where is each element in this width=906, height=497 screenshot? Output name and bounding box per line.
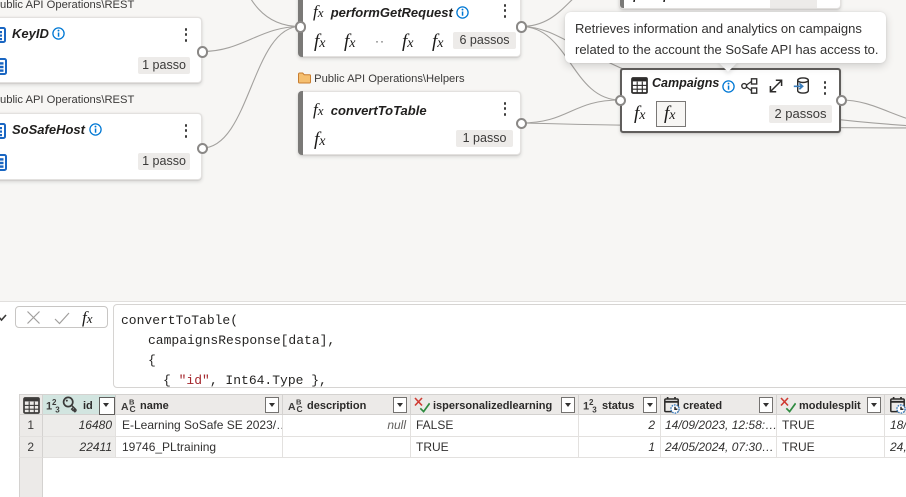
svg-text:C: C — [297, 404, 303, 414]
svg-text:A: A — [121, 401, 129, 413]
svg-text:A: A — [288, 401, 296, 413]
svg-text:3: 3 — [55, 406, 60, 415]
svg-text:C: C — [130, 404, 136, 414]
svg-text:3: 3 — [592, 406, 597, 415]
